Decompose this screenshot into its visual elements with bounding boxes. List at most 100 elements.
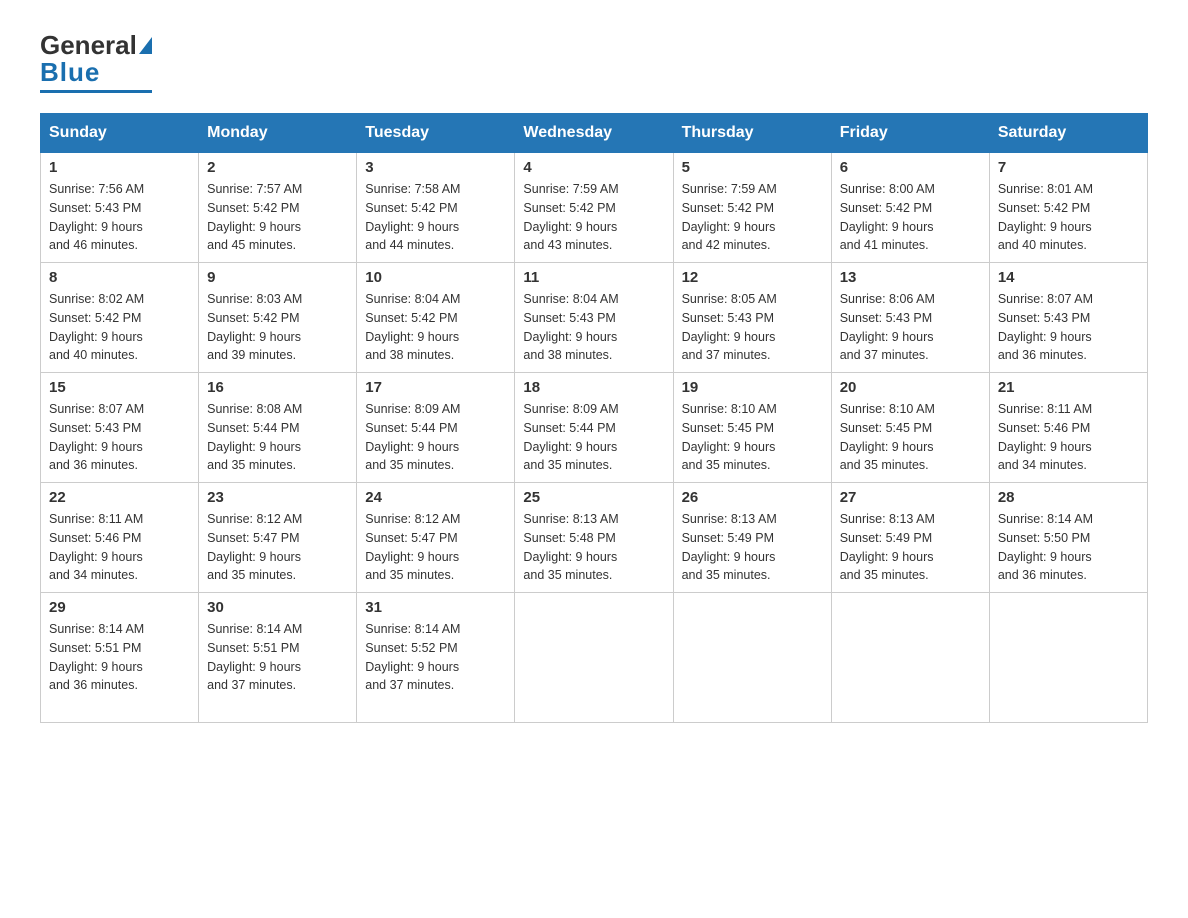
calendar-cell: 18 Sunrise: 8:09 AMSunset: 5:44 PMDayligh… (515, 373, 673, 483)
day-info: Sunrise: 8:10 AMSunset: 5:45 PMDaylight:… (682, 400, 823, 475)
calendar-cell: 5 Sunrise: 7:59 AMSunset: 5:42 PMDaylight… (673, 153, 831, 263)
calendar-cell: 30 Sunrise: 8:14 AMSunset: 5:51 PMDayligh… (199, 593, 357, 723)
day-number: 30 (207, 599, 348, 616)
logo: General Blue (40, 30, 152, 93)
calendar-cell: 10Sunrise: 8:04 AMSunset: 5:42 PMDayligh… (357, 263, 515, 373)
day-info: Sunrise: 7:57 AMSunset: 5:42 PMDaylight:… (207, 180, 348, 255)
logo-arrow-icon (139, 37, 152, 54)
page-header: General Blue (40, 30, 1148, 93)
day-info: Sunrise: 8:13 AMSunset: 5:48 PMDaylight:… (523, 510, 664, 585)
calendar-cell: 31 Sunrise: 8:14 AMSunset: 5:52 PMDayligh… (357, 593, 515, 723)
day-number: 10 (365, 269, 506, 286)
day-number: 7 (998, 159, 1139, 176)
day-number: 17 (365, 379, 506, 396)
day-info: Sunrise: 8:07 AMSunset: 5:43 PMDaylight:… (49, 400, 190, 475)
calendar-cell: 27 Sunrise: 8:13 AMSunset: 5:49 PMDayligh… (831, 483, 989, 593)
day-number: 27 (840, 489, 981, 506)
day-info: Sunrise: 8:01 AMSunset: 5:42 PMDaylight:… (998, 180, 1139, 255)
calendar-cell: 8 Sunrise: 8:02 AMSunset: 5:42 PMDaylight… (41, 263, 199, 373)
calendar-cell: 23 Sunrise: 8:12 AMSunset: 5:47 PMDayligh… (199, 483, 357, 593)
day-number: 16 (207, 379, 348, 396)
day-number: 29 (49, 599, 190, 616)
day-number: 5 (682, 159, 823, 176)
day-info: Sunrise: 8:12 AMSunset: 5:47 PMDaylight:… (207, 510, 348, 585)
weekday-header-row: SundayMondayTuesdayWednesdayThursdayFrid… (41, 114, 1148, 153)
calendar-cell: 26 Sunrise: 8:13 AMSunset: 5:49 PMDayligh… (673, 483, 831, 593)
calendar-cell: 19 Sunrise: 8:10 AMSunset: 5:45 PMDayligh… (673, 373, 831, 483)
day-info: Sunrise: 7:58 AMSunset: 5:42 PMDaylight:… (365, 180, 506, 255)
day-info: Sunrise: 8:06 AMSunset: 5:43 PMDaylight:… (840, 290, 981, 365)
calendar-cell: 24 Sunrise: 8:12 AMSunset: 5:47 PMDayligh… (357, 483, 515, 593)
calendar-cell: 12 Sunrise: 8:05 AMSunset: 5:43 PMDayligh… (673, 263, 831, 373)
calendar-cell: 21 Sunrise: 8:11 AMSunset: 5:46 PMDayligh… (989, 373, 1147, 483)
calendar-cell: 28 Sunrise: 8:14 AMSunset: 5:50 PMDayligh… (989, 483, 1147, 593)
day-number: 24 (365, 489, 506, 506)
weekday-header-saturday: Saturday (989, 114, 1147, 153)
day-info: Sunrise: 8:09 AMSunset: 5:44 PMDaylight:… (523, 400, 664, 475)
calendar-week-3: 15 Sunrise: 8:07 AMSunset: 5:43 PMDayligh… (41, 373, 1148, 483)
calendar-week-4: 22 Sunrise: 8:11 AMSunset: 5:46 PMDayligh… (41, 483, 1148, 593)
calendar-week-1: 1 Sunrise: 7:56 AMSunset: 5:43 PMDaylight… (41, 153, 1148, 263)
day-number: 14 (998, 269, 1139, 286)
day-number: 21 (998, 379, 1139, 396)
day-info: Sunrise: 8:12 AMSunset: 5:47 PMDaylight:… (365, 510, 506, 585)
day-info: Sunrise: 8:09 AMSunset: 5:44 PMDaylight:… (365, 400, 506, 475)
day-info: Sunrise: 8:14 AMSunset: 5:51 PMDaylight:… (49, 620, 190, 695)
day-info: Sunrise: 8:14 AMSunset: 5:51 PMDaylight:… (207, 620, 348, 695)
day-info: Sunrise: 7:59 AMSunset: 5:42 PMDaylight:… (682, 180, 823, 255)
day-info: Sunrise: 8:13 AMSunset: 5:49 PMDaylight:… (682, 510, 823, 585)
day-number: 4 (523, 159, 664, 176)
calendar-cell: 6 Sunrise: 8:00 AMSunset: 5:42 PMDaylight… (831, 153, 989, 263)
day-number: 18 (523, 379, 664, 396)
day-info: Sunrise: 8:04 AMSunset: 5:43 PMDaylight:… (523, 290, 664, 365)
day-info: Sunrise: 8:11 AMSunset: 5:46 PMDaylight:… (998, 400, 1139, 475)
calendar-cell: 16Sunrise: 8:08 AMSunset: 5:44 PMDayligh… (199, 373, 357, 483)
day-number: 9 (207, 269, 348, 286)
day-number: 8 (49, 269, 190, 286)
day-info: Sunrise: 8:02 AMSunset: 5:42 PMDaylight:… (49, 290, 190, 365)
weekday-header-thursday: Thursday (673, 114, 831, 153)
day-number: 12 (682, 269, 823, 286)
calendar-cell: 11Sunrise: 8:04 AMSunset: 5:43 PMDayligh… (515, 263, 673, 373)
day-info: Sunrise: 7:56 AMSunset: 5:43 PMDaylight:… (49, 180, 190, 255)
day-number: 19 (682, 379, 823, 396)
weekday-header-friday: Friday (831, 114, 989, 153)
day-number: 22 (49, 489, 190, 506)
day-info: Sunrise: 8:00 AMSunset: 5:42 PMDaylight:… (840, 180, 981, 255)
day-info: Sunrise: 8:03 AMSunset: 5:42 PMDaylight:… (207, 290, 348, 365)
day-info: Sunrise: 7:59 AMSunset: 5:42 PMDaylight:… (523, 180, 664, 255)
day-number: 2 (207, 159, 348, 176)
day-number: 28 (998, 489, 1139, 506)
weekday-header-wednesday: Wednesday (515, 114, 673, 153)
day-info: Sunrise: 8:05 AMSunset: 5:43 PMDaylight:… (682, 290, 823, 365)
calendar-cell: 9 Sunrise: 8:03 AMSunset: 5:42 PMDaylight… (199, 263, 357, 373)
calendar-week-5: 29 Sunrise: 8:14 AMSunset: 5:51 PMDayligh… (41, 593, 1148, 723)
calendar-cell: 22 Sunrise: 8:11 AMSunset: 5:46 PMDayligh… (41, 483, 199, 593)
day-number: 20 (840, 379, 981, 396)
logo-blue-word: Blue (40, 57, 100, 88)
day-number: 31 (365, 599, 506, 616)
day-number: 25 (523, 489, 664, 506)
calendar-cell: 4 Sunrise: 7:59 AMSunset: 5:42 PMDaylight… (515, 153, 673, 263)
calendar-cell: 29 Sunrise: 8:14 AMSunset: 5:51 PMDayligh… (41, 593, 199, 723)
day-number: 6 (840, 159, 981, 176)
weekday-header-tuesday: Tuesday (357, 114, 515, 153)
calendar-table: SundayMondayTuesdayWednesdayThursdayFrid… (40, 113, 1148, 723)
day-number: 15 (49, 379, 190, 396)
calendar-cell (515, 593, 673, 723)
calendar-cell (673, 593, 831, 723)
calendar-cell: 25 Sunrise: 8:13 AMSunset: 5:48 PMDayligh… (515, 483, 673, 593)
calendar-cell (989, 593, 1147, 723)
calendar-cell: 2 Sunrise: 7:57 AMSunset: 5:42 PMDaylight… (199, 153, 357, 263)
day-info: Sunrise: 8:13 AMSunset: 5:49 PMDaylight:… (840, 510, 981, 585)
calendar-body: 1 Sunrise: 7:56 AMSunset: 5:43 PMDaylight… (41, 153, 1148, 723)
day-info: Sunrise: 8:11 AMSunset: 5:46 PMDaylight:… (49, 510, 190, 585)
day-info: Sunrise: 8:14 AMSunset: 5:50 PMDaylight:… (998, 510, 1139, 585)
day-info: Sunrise: 8:14 AMSunset: 5:52 PMDaylight:… (365, 620, 506, 695)
day-number: 1 (49, 159, 190, 176)
day-number: 23 (207, 489, 348, 506)
day-number: 26 (682, 489, 823, 506)
weekday-header-monday: Monday (199, 114, 357, 153)
calendar-cell: 14Sunrise: 8:07 AMSunset: 5:43 PMDayligh… (989, 263, 1147, 373)
calendar-cell: 17 Sunrise: 8:09 AMSunset: 5:44 PMDayligh… (357, 373, 515, 483)
